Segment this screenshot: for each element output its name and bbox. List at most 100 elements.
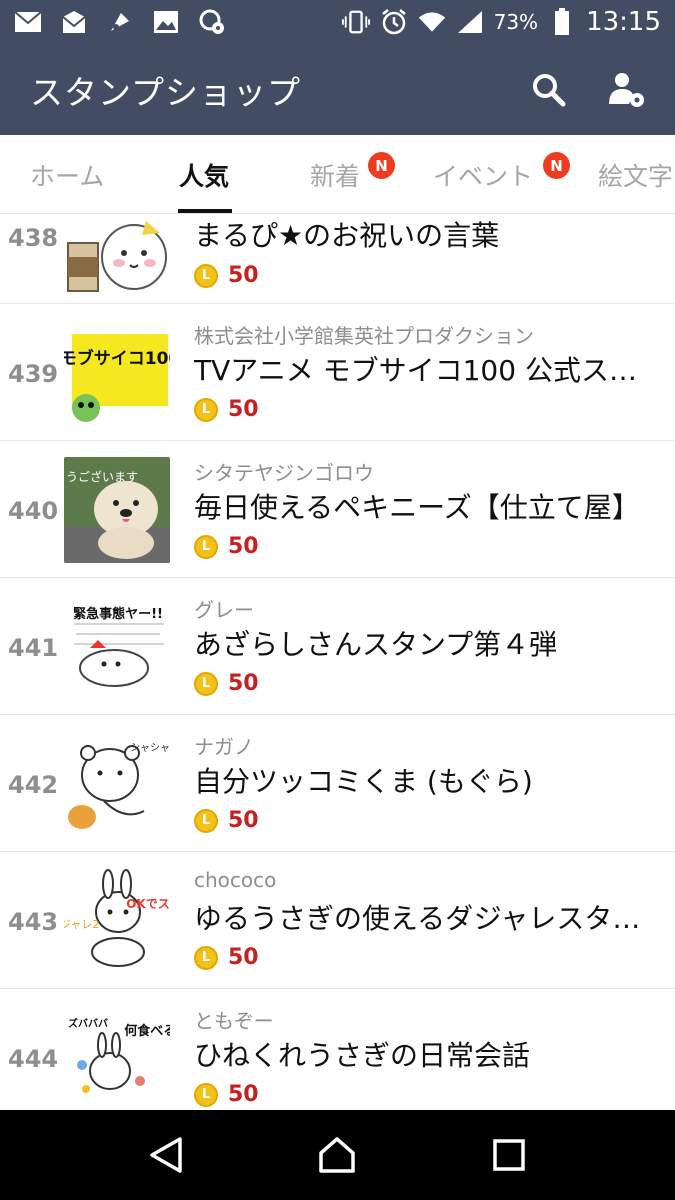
recents-icon [493,1139,525,1171]
line-coin-icon: L [194,808,218,833]
list-item[interactable]: 442 シャシャシャ ナガノ 自分ツッコミくま (もぐら) L 50 [0,715,675,852]
list-item[interactable]: 441 緊急事態ヤー!! グレー あざらしさんスタンプ第４弾 L 50 [0,578,675,715]
creator-name: グレー [194,598,254,622]
line-coin-icon: L [194,263,218,288]
tab-emoji[interactable]: 絵文字 [598,135,673,213]
page-title: スタンプショップ [30,72,302,112]
sticker-title: 毎日使えるペキニーズ【仕立て屋】 [194,491,640,524]
alarm-icon [380,8,408,36]
sticker-thumbnail [64,214,170,297]
back-button[interactable] [141,1130,191,1180]
creator-name: chococo [194,868,277,892]
tab-event[interactable]: イベント [433,135,533,213]
battery-icon [548,8,576,36]
price: L 50 [194,1082,259,1107]
line-coin-icon: L [194,534,218,559]
rank-number: 444 [8,1045,59,1073]
sticker-title: ひねくれうさぎの日常会話 [194,1039,531,1072]
new-badge: N [368,152,395,179]
sticker-thumbnail: ズバババ 何食べる? [64,1005,170,1110]
thumb-text-hine: 何食べる? [124,1023,170,1039]
creator-name: 株式会社小学館集英社プロダクション [194,324,534,348]
active-tab-indicator [178,209,232,213]
rank-number: 443 [8,908,59,936]
list-item[interactable]: 443 OKでスワン ダジャレ2 chococo ゆるうさぎの使えるダジャレスタ… [0,852,675,989]
sticker-thumbnail: 緊急事態ヤー!! [64,594,170,700]
clock: 13:15 [586,7,661,37]
line-coin-icon: L [194,671,218,696]
rank-number: 440 [8,497,59,525]
sticker-thumbnail: おはようございます [64,457,170,563]
line-coin-icon: L [194,1082,218,1107]
search-button[interactable] [529,70,569,110]
thumb-text-kuma: シャシャシャ [130,743,170,754]
price-value: 50 [228,671,259,696]
rank-number: 439 [8,360,59,388]
price-value: 50 [228,808,259,833]
vibrate-icon [341,8,370,36]
battery-percent: 73% [493,10,539,34]
home-icon [319,1137,356,1173]
price: L 50 [194,263,259,288]
signal-icon [456,8,484,36]
share-icon [106,8,134,36]
price: L 50 [194,534,259,559]
app-bar: スタンプショップ [0,44,675,135]
search-icon [533,73,566,106]
thumb-text-usagi-side: ダジャレ2 [64,917,99,931]
system-status: 73% 13:15 [341,7,661,37]
list-item[interactable]: 438 まるぴ★のお祝いの言葉 L 50 [0,214,675,304]
sticker-title: あざらしさんスタンプ第４弾 [194,628,558,661]
sticker-title: 自分ツッコミくま (もぐら) [194,765,533,798]
thumb-text-peke: おはようございます [64,469,138,484]
mail-icon [14,8,42,36]
thumb-text-usagi-ok: OKでスワン [126,897,170,911]
list-item[interactable]: 440 おはようございます シタテヤジンゴロウ 毎日使えるペキニーズ【仕立て屋】… [0,441,675,578]
home-button[interactable] [312,1130,362,1180]
creator-name: シタテヤジンゴロウ [194,461,374,485]
thumb-text-seal: 緊急事態ヤー!! [73,606,163,622]
price-value: 50 [228,945,259,970]
rank-number: 441 [8,634,59,662]
navigation-bar [0,1110,675,1200]
price-value: 50 [228,1082,259,1107]
list-item[interactable]: 439 モブサイコ100 株式会社小学館集英社プロダクション TVアニメ モブサ… [0,304,675,441]
thumb-text-hine-small: ズバババ [68,1017,108,1030]
line-coin-icon: L [194,397,218,422]
list-item[interactable]: 444 ズバババ 何食べる? ともぞー ひねくれうさぎの日常会話 L 50 [0,989,675,1110]
sticker-thumbnail: シャシャシャ [64,731,170,837]
price-value: 50 [228,534,259,559]
notification-icons [14,8,226,36]
sticker-thumbnail: モブサイコ100 [64,320,170,426]
rank-number: 442 [8,771,59,799]
sticker-title: ゆるうさぎの使えるダジャレスタンプ [194,902,654,935]
rank-number: 438 [8,224,59,252]
sticker-title: まるぴ★のお祝いの言葉 [194,219,500,252]
thumb-text-mob: モブサイコ100 [64,348,170,369]
sticker-title: TVアニメ モブサイコ100 公式スタンプ [194,354,654,387]
sticker-thumbnail: OKでスワン ダジャレ2 [64,868,170,974]
creator-name: ナガノ [194,735,254,759]
image-icon [152,8,180,36]
price: L 50 [194,397,259,422]
tab-popular[interactable]: 人気 [179,135,229,213]
category-tabs: ホーム 人気 新着 N イベント N 絵文字 [0,135,675,214]
wifi-icon [418,8,446,36]
account-settings-button[interactable] [607,70,647,110]
mail-alt-icon [60,8,88,36]
back-icon [150,1137,182,1173]
settings-icon [198,8,226,36]
tab-home[interactable]: ホーム [30,135,104,213]
recents-button[interactable] [484,1130,534,1180]
price: L 50 [194,808,259,833]
account-settings-icon [609,72,644,107]
sticker-ranking-list: 438 まるぴ★のお祝いの言葉 L 50 439 モブサイコ10 株式会社小学館… [0,214,675,1110]
tab-new[interactable]: 新着 [310,135,360,213]
price-value: 50 [228,263,259,288]
price: L 50 [194,671,259,696]
event-badge: N [543,152,570,179]
line-coin-icon: L [194,945,218,970]
price: L 50 [194,945,259,970]
creator-name: ともぞー [194,1009,274,1033]
status-bar: 73% 13:15 [0,0,675,44]
